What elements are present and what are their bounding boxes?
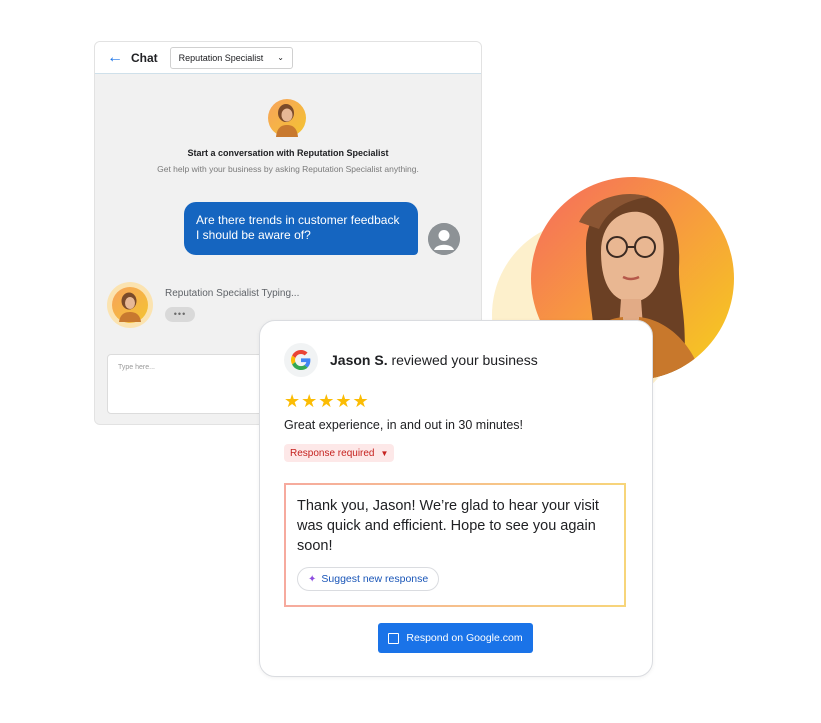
user-message-bubble: Are there trends in customer feedback I …	[184, 202, 418, 255]
chat-title: Chat	[131, 50, 158, 65]
agent-select-value: Reputation Specialist	[178, 52, 264, 63]
sparkle-icon: ✦	[308, 573, 317, 585]
suggest-label: Suggest new response	[321, 573, 429, 585]
reviewer-line: Jason S. reviewed your business	[330, 352, 538, 368]
reviewer-action: reviewed your business	[391, 352, 538, 368]
intro-title: Start a conversation with Reputation Spe…	[187, 148, 389, 158]
agent-select-dropdown[interactable]: Reputation Specialist ⌄	[169, 46, 293, 69]
suggest-new-response-button[interactable]: ✦ Suggest new response	[297, 567, 440, 591]
user-avatar-icon	[428, 223, 460, 255]
typing-indicator: •••	[165, 307, 195, 322]
respond-on-google-button[interactable]: Respond on Google.com	[378, 623, 533, 653]
google-logo-icon	[284, 343, 318, 377]
specialist-typing-avatar	[107, 282, 153, 328]
caret-down-icon: ▼	[380, 448, 389, 458]
specialist-avatar	[268, 99, 306, 137]
back-arrow-icon[interactable]: ←	[107, 49, 127, 67]
badge-label: Response required	[290, 447, 375, 459]
reply-textbox[interactable]: Thank you, Jason! We’re glad to hear you…	[284, 483, 626, 607]
chevron-down-icon: ⌄	[277, 53, 284, 62]
respond-label: Respond on Google.com	[406, 632, 523, 644]
response-required-badge[interactable]: Response required ▼	[284, 444, 395, 462]
reply-text: Thank you, Jason! We’re glad to hear you…	[297, 498, 599, 554]
intro-subtitle: Get help with your business by asking Re…	[157, 164, 419, 174]
review-text: Great experience, in and out in 30 minut…	[284, 418, 524, 432]
review-card: Jason S. reviewed your business ★★★★★ Gr…	[259, 320, 653, 677]
chat-header: ← Chat Reputation Specialist ⌄	[95, 42, 481, 74]
external-link-icon	[388, 632, 400, 644]
star-rating: ★★★★★	[284, 391, 370, 411]
reviewer-name: Jason S.	[330, 352, 388, 368]
typing-label: Reputation Specialist Typing...	[165, 288, 300, 299]
